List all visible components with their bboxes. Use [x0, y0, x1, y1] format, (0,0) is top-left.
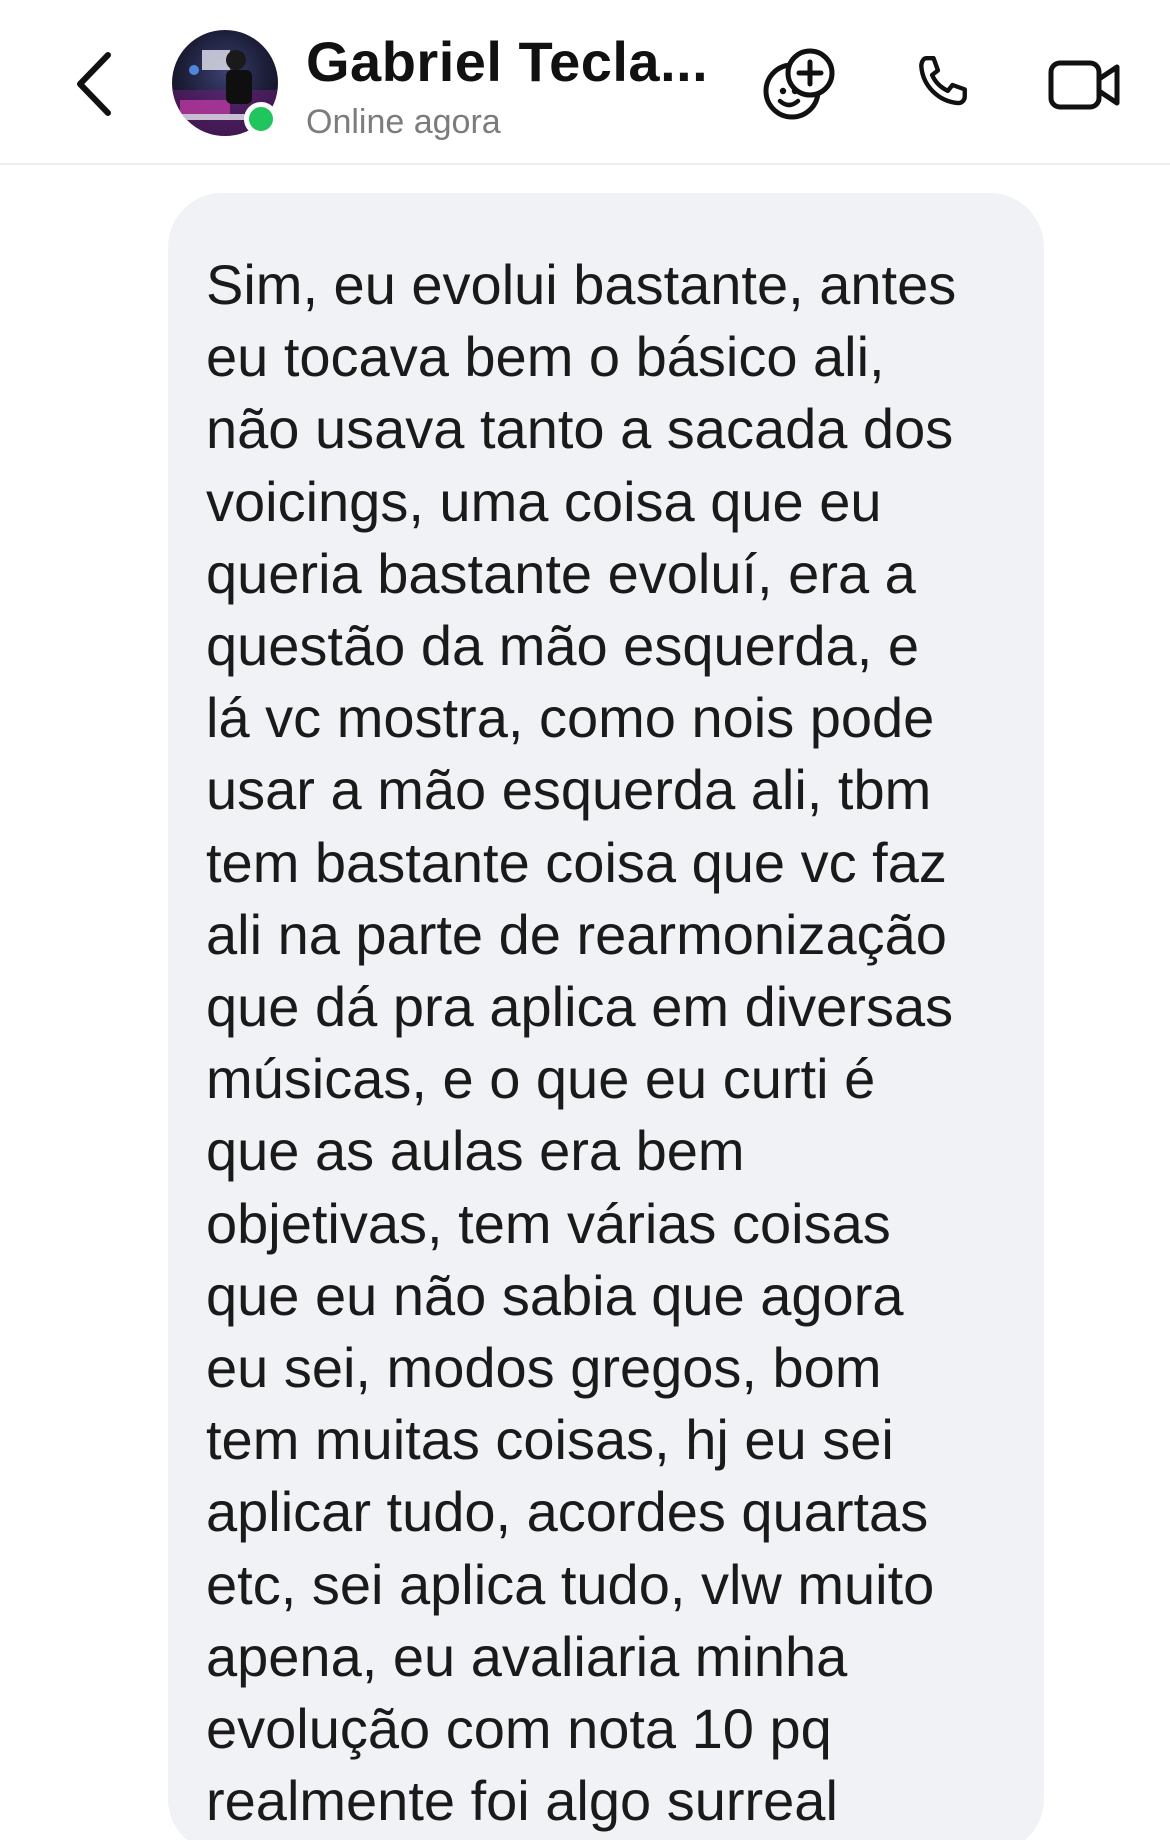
contact-status: Online agora [306, 103, 501, 141]
video-camera-icon [1048, 60, 1120, 110]
add-friend-face-icon [763, 48, 835, 120]
online-status-dot [244, 102, 278, 136]
chat-header: Gabriel Tecla... Online agora [0, 0, 1170, 165]
chevron-left-icon [77, 52, 111, 116]
incoming-message-bubble[interactable]: Sim, eu evolui bastante, antes eu tocava… [168, 193, 1044, 1840]
contact-name[interactable]: Gabriel Tecla... [306, 30, 708, 94]
back-button[interactable] [64, 48, 124, 120]
phone-icon [919, 55, 967, 106]
effects-button[interactable] [755, 40, 845, 130]
contact-avatar-button[interactable] [170, 30, 282, 142]
message-text: Sim, eu evolui bastante, antes eu tocava… [206, 253, 957, 1833]
video-call-button[interactable] [1040, 40, 1130, 130]
message-list: Sim, eu evolui bastante, antes eu tocava… [0, 165, 1170, 1840]
voice-call-button[interactable] [897, 40, 987, 130]
